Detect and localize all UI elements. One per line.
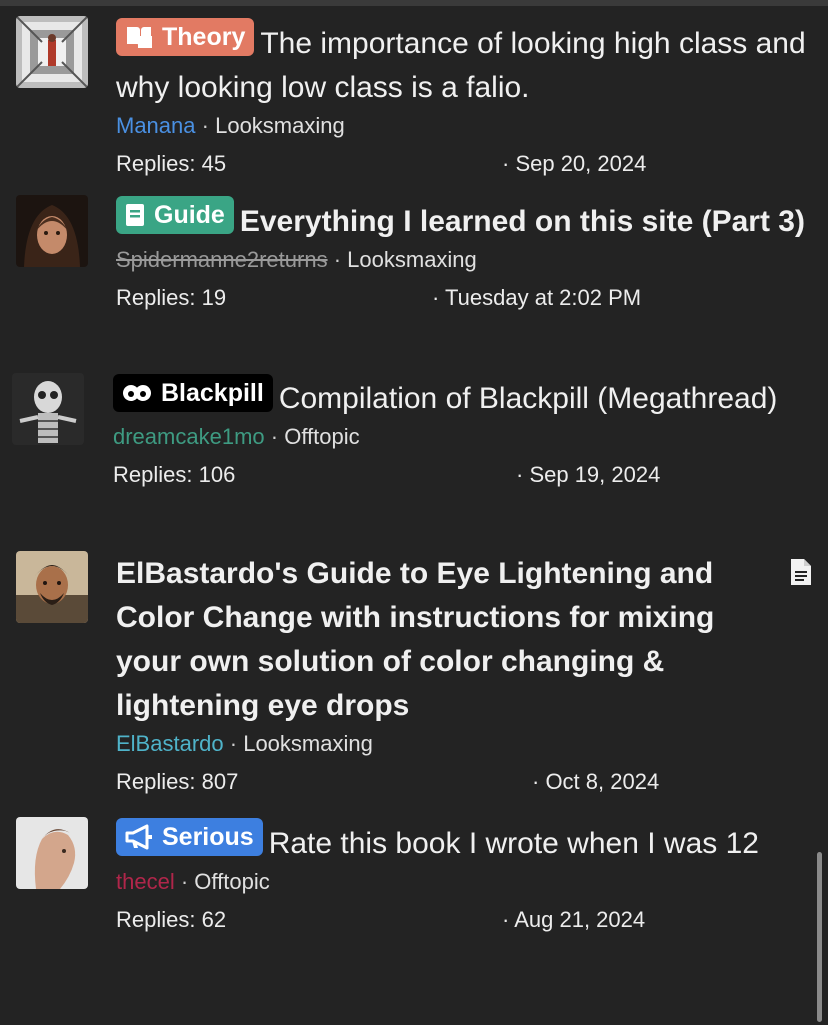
thread-meta: Spidermanne2returns · Looksmaxing bbox=[116, 247, 477, 272]
thread-meta: thecel · Offtopic bbox=[116, 869, 270, 894]
thread-title[interactable]: ElBastardo's Guide to Eye Lightening and… bbox=[116, 552, 776, 728]
scrollbar[interactable] bbox=[817, 852, 822, 1022]
book-open-icon bbox=[127, 27, 152, 48]
reply-count: Replies: 19 bbox=[116, 285, 227, 310]
avatar[interactable] bbox=[16, 551, 88, 623]
thread-title[interactable]: Guide Everything I learned on this site … bbox=[116, 196, 806, 244]
forum-link[interactable]: Offtopic bbox=[284, 424, 359, 449]
thread-stats: Replies: 106 · Sep 19, 2024 bbox=[113, 461, 803, 489]
prefix-badge-theory[interactable]: Theory bbox=[116, 18, 255, 56]
thread-date[interactable]: · Tuesday at 2:02 PM bbox=[432, 284, 641, 312]
thread-date[interactable]: · Oct 8, 2024 bbox=[532, 768, 659, 796]
avatar[interactable] bbox=[16, 16, 88, 88]
prefix-badge-blackpill[interactable]: Blackpill bbox=[113, 374, 273, 412]
thread-date[interactable]: · Sep 19, 2024 bbox=[516, 461, 660, 489]
prefix-badge-serious[interactable]: Serious bbox=[116, 818, 263, 856]
author-link[interactable]: Spidermanne2returns bbox=[116, 247, 328, 272]
reply-count: Replies: 807 bbox=[116, 769, 239, 794]
thread-title[interactable]: Blackpill Compilation of Blackpill (Mega… bbox=[113, 374, 803, 421]
document-icon bbox=[789, 557, 813, 592]
prefix-label: Blackpill bbox=[161, 379, 264, 407]
forum-link[interactable]: Looksmaxing bbox=[243, 731, 373, 756]
thread-title[interactable]: Theory The importance of looking high cl… bbox=[116, 18, 816, 110]
thread-stats: Replies: 45 · Sep 20, 2024 bbox=[116, 150, 816, 178]
reply-count: Replies: 45 bbox=[116, 151, 227, 176]
forum-link[interactable]: Looksmaxing bbox=[347, 247, 477, 272]
thread-stats: Replies: 807 · Oct 8, 2024 bbox=[116, 768, 776, 796]
thread-title-text[interactable]: Rate this book I wrote when I was 12 bbox=[269, 827, 759, 860]
thread-meta: ElBastardo · Looksmaxing bbox=[116, 731, 373, 756]
author-link[interactable]: Manana bbox=[116, 113, 196, 138]
prefix-badge-guide[interactable]: Guide bbox=[116, 196, 234, 234]
megaphone-icon bbox=[125, 824, 152, 850]
pill-icon bbox=[123, 385, 151, 401]
author-link[interactable]: thecel bbox=[116, 869, 175, 894]
avatar[interactable] bbox=[16, 817, 88, 889]
thread-meta: dreamcake1mo · Offtopic bbox=[113, 424, 360, 449]
prefix-label: Theory bbox=[162, 23, 246, 51]
thread-title[interactable]: Serious Rate this book I wrote when I wa… bbox=[116, 818, 806, 866]
avatar[interactable] bbox=[16, 195, 88, 267]
author-link[interactable]: dreamcake1mo bbox=[113, 424, 265, 449]
book-icon bbox=[126, 204, 144, 226]
thread-date[interactable]: · Aug 21, 2024 bbox=[502, 906, 645, 934]
thread-title-text[interactable]: ElBastardo's Guide to Eye Lightening and… bbox=[116, 557, 714, 722]
thread-meta: Manana · Looksmaxing bbox=[116, 113, 345, 138]
reply-count: Replies: 62 bbox=[116, 907, 227, 932]
thread-title-text[interactable]: Everything I learned on this site (Part … bbox=[240, 205, 805, 238]
reply-count: Replies: 106 bbox=[113, 462, 236, 487]
top-divider bbox=[0, 0, 828, 6]
forum-link[interactable]: Offtopic bbox=[194, 869, 269, 894]
avatar[interactable] bbox=[12, 373, 84, 445]
thread-title-text[interactable]: Compilation of Blackpill (Megathread) bbox=[279, 382, 778, 415]
thread-date[interactable]: · Sep 20, 2024 bbox=[502, 150, 646, 178]
prefix-label: Guide bbox=[154, 201, 225, 229]
thread-stats: Replies: 19 · Tuesday at 2:02 PM bbox=[116, 284, 806, 312]
forum-link[interactable]: Looksmaxing bbox=[215, 113, 345, 138]
thread-stats: Replies: 62 · Aug 21, 2024 bbox=[116, 906, 806, 934]
author-link[interactable]: ElBastardo bbox=[116, 731, 224, 756]
prefix-label: Serious bbox=[162, 823, 254, 851]
